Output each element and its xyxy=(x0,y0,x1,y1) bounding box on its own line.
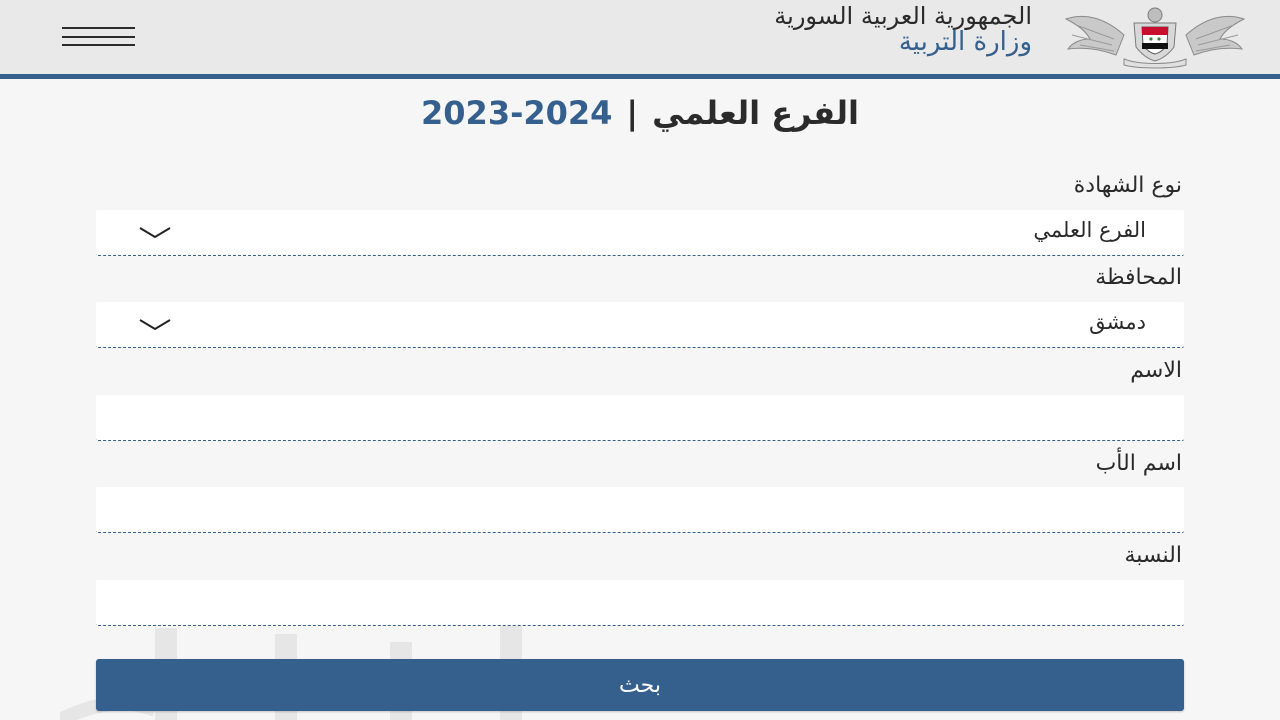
menu-line xyxy=(62,27,135,29)
certificate-type-value: الفرع العلمي xyxy=(1033,218,1146,242)
page-title: الفرع العلمي | 2024-2023 xyxy=(0,94,1280,134)
certificate-type-label: نوع الشهادة xyxy=(1073,173,1182,198)
menu-line xyxy=(62,36,135,38)
title-year: 2024-2023 xyxy=(421,94,613,132)
chevron-down-icon xyxy=(139,319,171,331)
search-button[interactable]: بحث xyxy=(96,659,1184,711)
governorate-value: دمشق xyxy=(1089,310,1146,334)
father-name-label: اسم الأب xyxy=(1095,451,1182,476)
hamburger-menu-icon[interactable] xyxy=(62,27,135,47)
title-branch: الفرع العلمي xyxy=(652,94,859,132)
name-label: الاسم xyxy=(1130,358,1182,383)
menu-line xyxy=(62,44,135,46)
governorate-select[interactable]: دمشق xyxy=(96,302,1184,348)
percentage-label: النسبة xyxy=(1124,543,1182,568)
country-name: الجمهورية العربية السورية xyxy=(774,2,1032,30)
name-input[interactable] xyxy=(96,395,1184,440)
name-field-box xyxy=(96,395,1184,441)
ministry-name: وزارة التربية xyxy=(898,27,1032,57)
governorate-label: المحافظة xyxy=(1095,265,1182,290)
syrian-eagle-emblem-icon xyxy=(1064,7,1246,69)
father-name-input[interactable] xyxy=(96,487,1184,532)
app-header: الجمهورية العربية السورية وزارة التربية xyxy=(0,0,1280,79)
chevron-down-icon xyxy=(139,227,171,239)
certificate-type-select[interactable]: الفرع العلمي xyxy=(96,210,1184,256)
percentage-input[interactable] xyxy=(96,580,1184,625)
title-separator: | xyxy=(626,94,639,132)
father-name-field-box xyxy=(96,487,1184,533)
